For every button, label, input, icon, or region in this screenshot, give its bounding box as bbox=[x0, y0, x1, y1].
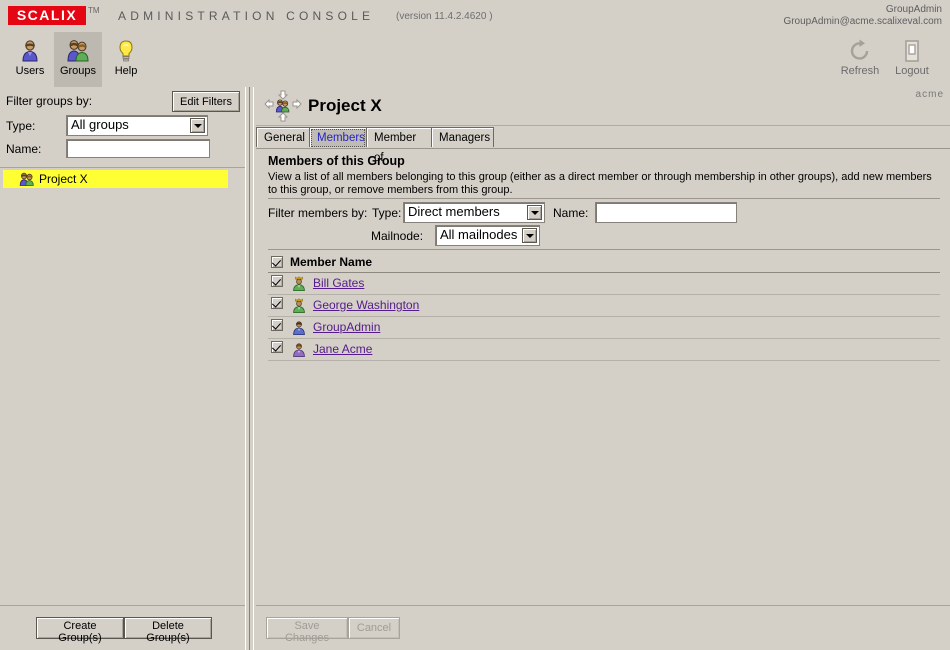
filter-heading: Filter groups by: bbox=[6, 94, 92, 108]
name-filter-label: Name: bbox=[6, 142, 41, 156]
current-user-name: GroupAdmin bbox=[783, 4, 942, 16]
table-row: Bill Gates bbox=[268, 273, 940, 295]
toolbar-label-users: Users bbox=[6, 65, 54, 77]
user-crown-green-icon bbox=[292, 276, 306, 291]
detail-header: acme Project X bbox=[256, 87, 950, 126]
groups-people-icon bbox=[65, 38, 91, 64]
member-filter-mailnode-label: Mailnode: bbox=[371, 229, 423, 243]
members-pane: Members of this Group View a list of all… bbox=[262, 150, 944, 605]
console-title: ADMINISTRATION CONSOLE bbox=[118, 9, 374, 23]
row-checkbox[interactable] bbox=[271, 297, 283, 309]
section-title: Members of this Group bbox=[268, 154, 405, 168]
member-filter-type-select[interactable]: Direct members bbox=[403, 202, 545, 223]
current-user-info: GroupAdmin GroupAdmin@acme.scalixeval.co… bbox=[783, 4, 942, 28]
table-row: Jane Acme bbox=[268, 339, 940, 361]
chevron-down-icon[interactable] bbox=[527, 205, 542, 220]
save-changes-button[interactable]: Save Changes bbox=[266, 617, 348, 639]
row-checkbox[interactable] bbox=[271, 319, 283, 331]
type-filter-value: All groups bbox=[71, 117, 129, 132]
table-header-row: Member Name bbox=[268, 254, 940, 273]
cancel-button[interactable]: Cancel bbox=[348, 617, 400, 639]
name-filter-input[interactable] bbox=[66, 139, 210, 158]
member-filter-prefix: Filter members by: bbox=[268, 206, 367, 220]
member-filter-name-label: Name: bbox=[553, 206, 588, 220]
group-people-icon bbox=[19, 172, 35, 186]
toolbar-button-help[interactable]: Help bbox=[102, 32, 150, 87]
lightbulb-icon bbox=[113, 38, 139, 64]
tab-focus-ring bbox=[311, 129, 365, 147]
member-filter-row: Filter members by: Type: Direct members … bbox=[268, 202, 940, 248]
table-row: GroupAdmin bbox=[268, 317, 940, 339]
edit-filters-button[interactable]: Edit Filters bbox=[172, 91, 240, 112]
tab-managers[interactable]: Managers bbox=[431, 127, 494, 147]
toolbar-button-groups[interactable]: Groups bbox=[54, 32, 102, 87]
section-description: View a list of all members belonging to … bbox=[268, 171, 940, 197]
user-orange-icon bbox=[292, 342, 306, 357]
row-checkbox[interactable] bbox=[271, 275, 283, 287]
tab-members[interactable]: Members bbox=[309, 127, 367, 147]
member-link[interactable]: GroupAdmin bbox=[313, 320, 380, 334]
user-blue-icon bbox=[292, 320, 306, 335]
refresh-circular-arrow-icon bbox=[847, 38, 873, 64]
logout-toggle-switch-icon bbox=[899, 38, 925, 64]
group-navigate-icon bbox=[264, 90, 302, 122]
create-groups-button[interactable]: Create Group(s) bbox=[36, 617, 124, 639]
divider-above-filters bbox=[268, 198, 940, 199]
users-person-icon bbox=[17, 38, 43, 64]
select-all-checkbox[interactable] bbox=[271, 256, 283, 268]
main-toolbar: Users Groups bbox=[0, 32, 950, 89]
member-link[interactable]: George Washington bbox=[313, 298, 419, 312]
groups-sidebar: Filter groups by: Edit Filters Type: All… bbox=[0, 87, 246, 650]
member-filter-type-value: Direct members bbox=[408, 204, 500, 219]
toolbar-button-users[interactable]: Users bbox=[6, 32, 54, 87]
tab-member-of[interactable]: Member of bbox=[366, 127, 432, 147]
member-link[interactable]: Jane Acme bbox=[313, 342, 372, 356]
tab-managers-label: Managers bbox=[439, 132, 490, 144]
admin-console-window: SCALIX TM ADMINISTRATION CONSOLE (versio… bbox=[0, 0, 950, 650]
scalix-logo: SCALIX bbox=[8, 6, 86, 25]
tab-general-label: General bbox=[264, 132, 305, 144]
splitter-grip bbox=[249, 87, 254, 650]
chevron-down-icon[interactable] bbox=[522, 228, 537, 243]
divider-above-table bbox=[268, 249, 940, 250]
member-filter-type-label: Type: bbox=[372, 206, 401, 220]
detail-panel: acme Project X bbox=[256, 87, 950, 650]
groups-list: Project X bbox=[0, 168, 245, 608]
page-title: Project X bbox=[308, 96, 382, 116]
detail-tabs: General Members Member of Managers bbox=[256, 125, 950, 149]
toolbar-label-refresh: Refresh bbox=[836, 65, 884, 77]
toolbar-label-help: Help bbox=[102, 65, 150, 77]
member-filter-mailnode-select[interactable]: All mailnodes bbox=[435, 225, 540, 246]
org-label: acme bbox=[916, 89, 944, 100]
toolbar-button-refresh[interactable]: Refresh bbox=[836, 32, 884, 87]
chevron-down-icon[interactable] bbox=[190, 118, 205, 133]
group-list-item-label: Project X bbox=[39, 172, 88, 186]
table-row: George Washington bbox=[268, 295, 940, 317]
brand-bar: SCALIX TM ADMINISTRATION CONSOLE (versio… bbox=[0, 0, 950, 33]
member-link[interactable]: Bill Gates bbox=[313, 276, 364, 290]
trademark-mark: TM bbox=[88, 6, 100, 15]
group-filter-box: Filter groups by: Edit Filters Type: All… bbox=[0, 87, 245, 168]
version-label: (version 11.4.2.4620 ) bbox=[396, 11, 493, 22]
detail-action-bar: Save Changes Cancel bbox=[256, 605, 950, 650]
delete-groups-button[interactable]: Delete Group(s) bbox=[124, 617, 212, 639]
toolbar-label-logout: Logout bbox=[888, 65, 936, 77]
member-filter-name-input[interactable] bbox=[595, 202, 737, 223]
type-filter-select[interactable]: All groups bbox=[66, 115, 208, 136]
member-filter-mailnode-value: All mailnodes bbox=[440, 227, 517, 242]
tab-general[interactable]: General bbox=[256, 127, 310, 147]
sidebar-action-bar: Create Group(s) Delete Group(s) bbox=[0, 605, 245, 650]
row-checkbox[interactable] bbox=[271, 341, 283, 353]
current-user-email: GroupAdmin@acme.scalixeval.com bbox=[783, 16, 942, 28]
group-list-item-project-x[interactable]: Project X bbox=[3, 170, 228, 188]
type-filter-label: Type: bbox=[6, 119, 35, 133]
members-table: Member Name Bill Gates bbox=[268, 254, 940, 361]
toolbar-label-groups: Groups bbox=[54, 65, 102, 77]
column-header-member-name: Member Name bbox=[290, 255, 372, 269]
toolbar-button-logout[interactable]: Logout bbox=[888, 32, 936, 87]
user-crown-green-icon bbox=[292, 298, 306, 313]
